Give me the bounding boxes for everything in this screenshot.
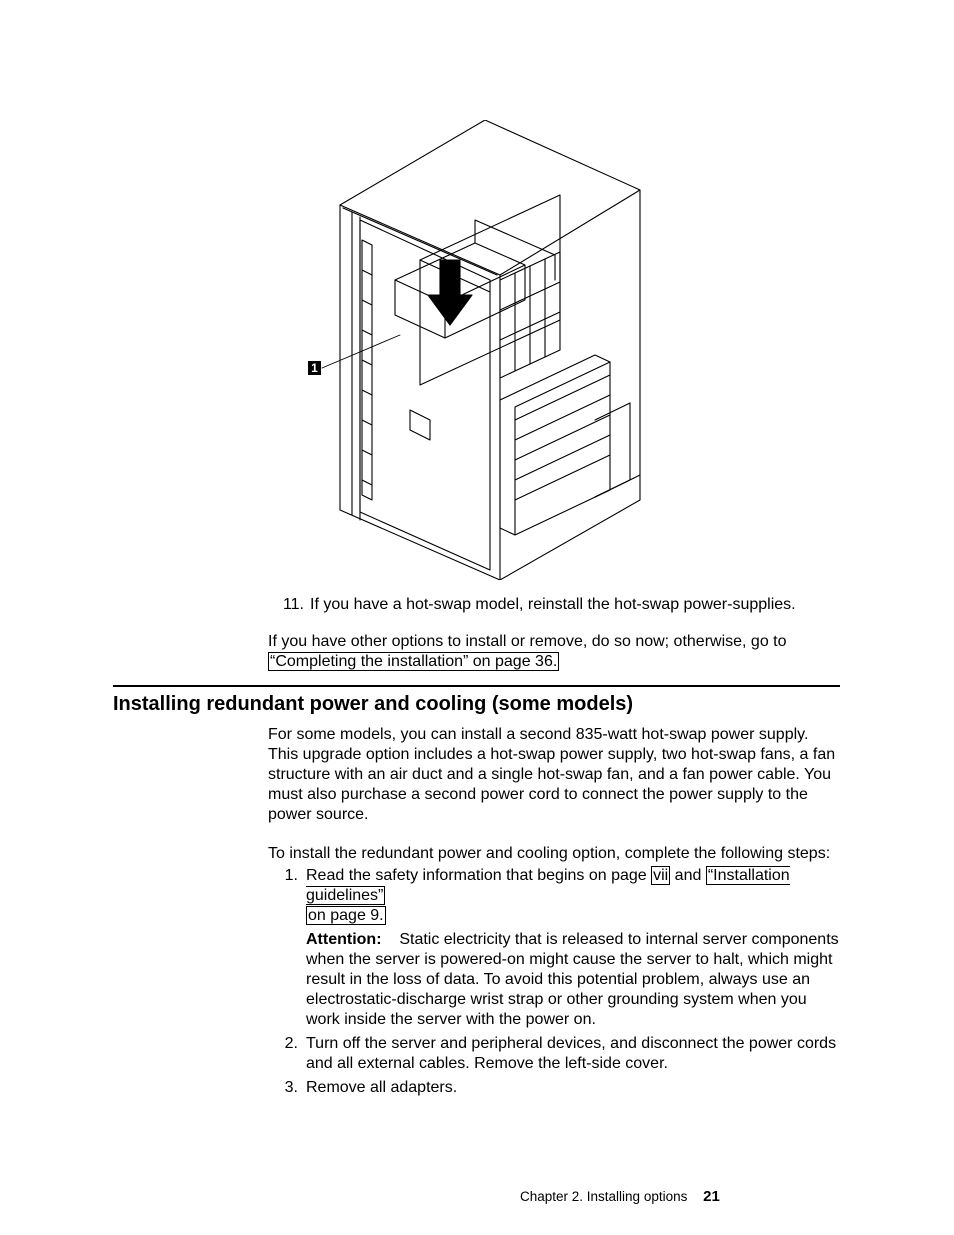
section-lead: To install the redundant power and cooli…	[268, 844, 840, 864]
section-intro: For some models, you can install a secon…	[268, 725, 840, 825]
step-text: If you have a hot-swap model, reinstall …	[310, 596, 796, 613]
step-body: Read the safety information that begins …	[306, 866, 840, 1030]
footer-page-number: 21	[703, 1188, 720, 1205]
section-heading: Installing redundant power and cooling (…	[113, 693, 633, 716]
list-item: 2. Turn off the server and peripheral de…	[268, 1034, 840, 1074]
step-body: Remove all adapters.	[306, 1078, 840, 1098]
section-rule	[113, 685, 840, 687]
list-item: 3. Remove all adapters.	[268, 1078, 840, 1098]
attention-body: Static electricity that is released to i…	[306, 931, 839, 1028]
step-body: Turn off the server and peripheral devic…	[306, 1034, 840, 1074]
page-footer: Chapter 2. Installing options 21	[520, 1188, 720, 1205]
ordered-steps: 1. Read the safety information that begi…	[268, 866, 840, 1102]
link-installation-guidelines-cont[interactable]: on page 9.	[306, 906, 386, 925]
page: 1 11. If you have a hot-swap model, reins…	[0, 0, 954, 1235]
figure-callout-1: 1	[308, 361, 321, 375]
footer-chapter: Chapter 2. Installing options	[520, 1189, 687, 1204]
step1-prefix: Read the safety information that begins …	[306, 867, 651, 884]
attention-label: Attention:	[306, 931, 382, 948]
step-number: 3.	[268, 1078, 306, 1098]
step-11: 11. If you have a hot-swap model, reinsta…	[280, 594, 840, 616]
paragraph-after-steps: If you have other options to install or …	[268, 632, 840, 672]
step-number: 2.	[268, 1034, 306, 1074]
step-number: 1.	[268, 866, 306, 1030]
step1-mid: and	[670, 867, 706, 884]
paragraph-line1: If you have other options to install or …	[268, 633, 787, 650]
step-number: 11.	[280, 594, 304, 616]
link-completing-installation[interactable]: “Completing the installation” on page 36…	[268, 652, 559, 671]
link-page-vii[interactable]: vii	[651, 866, 670, 885]
figure-server-power-supply	[300, 120, 670, 580]
list-item: 1. Read the safety information that begi…	[268, 866, 840, 1030]
